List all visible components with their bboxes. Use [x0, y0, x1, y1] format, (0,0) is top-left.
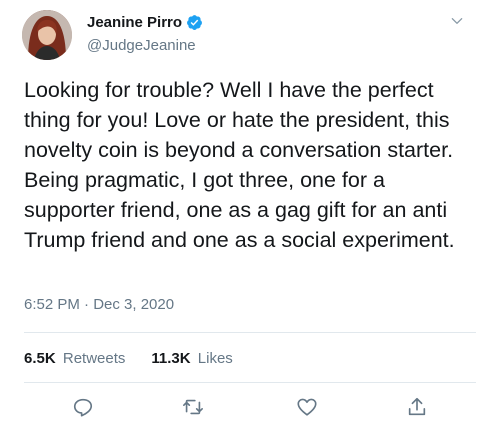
divider — [24, 332, 476, 333]
tweet-text: Looking for trouble? Well I have the per… — [24, 78, 455, 252]
chevron-down-icon[interactable] — [450, 14, 464, 28]
action-bar — [0, 396, 480, 424]
divider — [24, 382, 476, 383]
like-icon — [297, 398, 317, 416]
likes-label: Likes — [197, 350, 233, 367]
retweets-label: Retweets — [62, 350, 126, 367]
retweet-button[interactable] — [182, 396, 206, 420]
retweet-icon — [183, 399, 203, 415]
verified-badge-icon — [187, 15, 202, 30]
retweets-stat[interactable]: 6.5K Retweets — [24, 350, 125, 367]
likes-count: 11.3K — [151, 350, 191, 367]
tweet-timestamp[interactable]: 6:52 PM · Dec 3, 2020 — [24, 296, 174, 313]
avatar[interactable] — [22, 10, 72, 60]
user-handle[interactable]: @JudgeJeanine — [87, 37, 196, 54]
like-button[interactable] — [296, 396, 320, 420]
reply-button[interactable] — [72, 396, 96, 420]
likes-stat[interactable]: 11.3K Likes — [151, 350, 232, 367]
display-name[interactable]: Jeanine Pirro — [87, 14, 182, 31]
share-button[interactable] — [406, 396, 430, 420]
reply-icon — [73, 398, 93, 417]
retweets-count: 6.5K — [24, 350, 56, 367]
engagement-stats: 6.5K Retweets 11.3K Likes — [24, 350, 259, 367]
share-icon — [408, 397, 426, 416]
